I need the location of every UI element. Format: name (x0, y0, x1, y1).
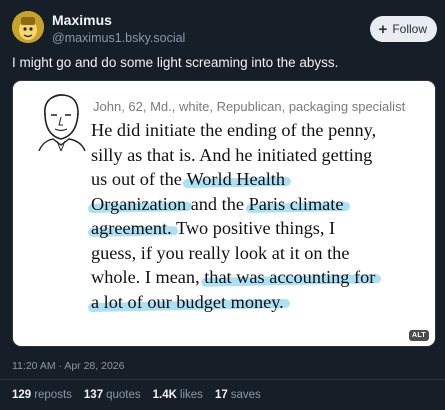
follow-button-label: Follow (392, 22, 427, 36)
divider (0, 379, 445, 380)
quote-line: Organization and the Paris climate (91, 192, 426, 217)
likes-count: 1.4K (152, 389, 177, 401)
highlight-agreement: agreement. (91, 218, 172, 238)
quote-line: whole. I mean, that was accounting for (91, 265, 426, 290)
likes-label: likes (179, 389, 203, 401)
plus-icon: + (378, 20, 388, 38)
author-handle[interactable]: @maximus1.bsky.social (52, 29, 185, 47)
highlight-organization: Organization (91, 193, 187, 214)
quote-fragment: Two positive things, I (171, 218, 336, 238)
post-text: I might go and do some light screaming i… (12, 55, 339, 70)
quote-line: agreement. Two positive things, I (91, 216, 426, 241)
quote-fragment: us out of the (91, 169, 187, 189)
reposts-count: 129 (12, 389, 32, 401)
quote-fragment: and the (186, 193, 249, 214)
likes-stat[interactable]: 1.4K likes (153, 389, 203, 401)
engagement-stats: 129 reposts 137 quotes 1.4K likes 17 saves (12, 389, 261, 401)
quotes-stat[interactable]: 137 quotes (84, 389, 141, 401)
saves-label: saves (230, 389, 261, 401)
quote-line: guess, if you really look at it on the (91, 242, 350, 263)
author-block: Maximus @maximus1.bsky.social (52, 12, 185, 47)
quotes-label: quotes (106, 389, 141, 401)
portrait-sketch-icon (38, 94, 86, 151)
quote-attribution: John, 62, Md., white, Republican, packag… (93, 99, 406, 114)
post-timestamp[interactable]: 11:20 AM · Apr 28, 2026 (12, 360, 124, 372)
saves-count: 17 (214, 389, 228, 401)
saves-stat[interactable]: 17 saves (215, 389, 261, 401)
follow-button[interactable]: + Follow (369, 16, 437, 42)
highlight-accounting: that was accounting for (204, 267, 376, 287)
alt-text-badge[interactable]: ALT (409, 330, 429, 341)
quote-line: a lot of our budget money. (91, 290, 426, 315)
post-header: Maximus @maximus1.bsky.social + Follow (12, 11, 437, 47)
embedded-image[interactable]: John, 62, Md., white, Republican, packag… (12, 80, 436, 347)
reposts-stat[interactable]: 129 reposts (12, 389, 72, 401)
author-display-name[interactable]: Maximus (52, 12, 185, 29)
reposts-label: reposts (34, 389, 72, 401)
quote-line: He did initiate the ending of the penny, (91, 120, 377, 140)
quote-line: silly as that is. And he initiated getti… (91, 144, 373, 165)
quote-text: He did initiate the ending of the penny,… (91, 118, 426, 314)
quotes-count: 137 (83, 389, 104, 401)
highlight-paris-climate: Paris climate (248, 193, 344, 214)
highlight-budget-money: a lot of our budget money. (91, 291, 284, 312)
quote-line: us out of the World Health (91, 167, 426, 192)
avatar[interactable] (12, 11, 44, 43)
highlight-world-health: World Health (186, 169, 286, 189)
avatar-icon (12, 11, 44, 43)
quote-fragment: whole. I mean, (91, 267, 205, 287)
